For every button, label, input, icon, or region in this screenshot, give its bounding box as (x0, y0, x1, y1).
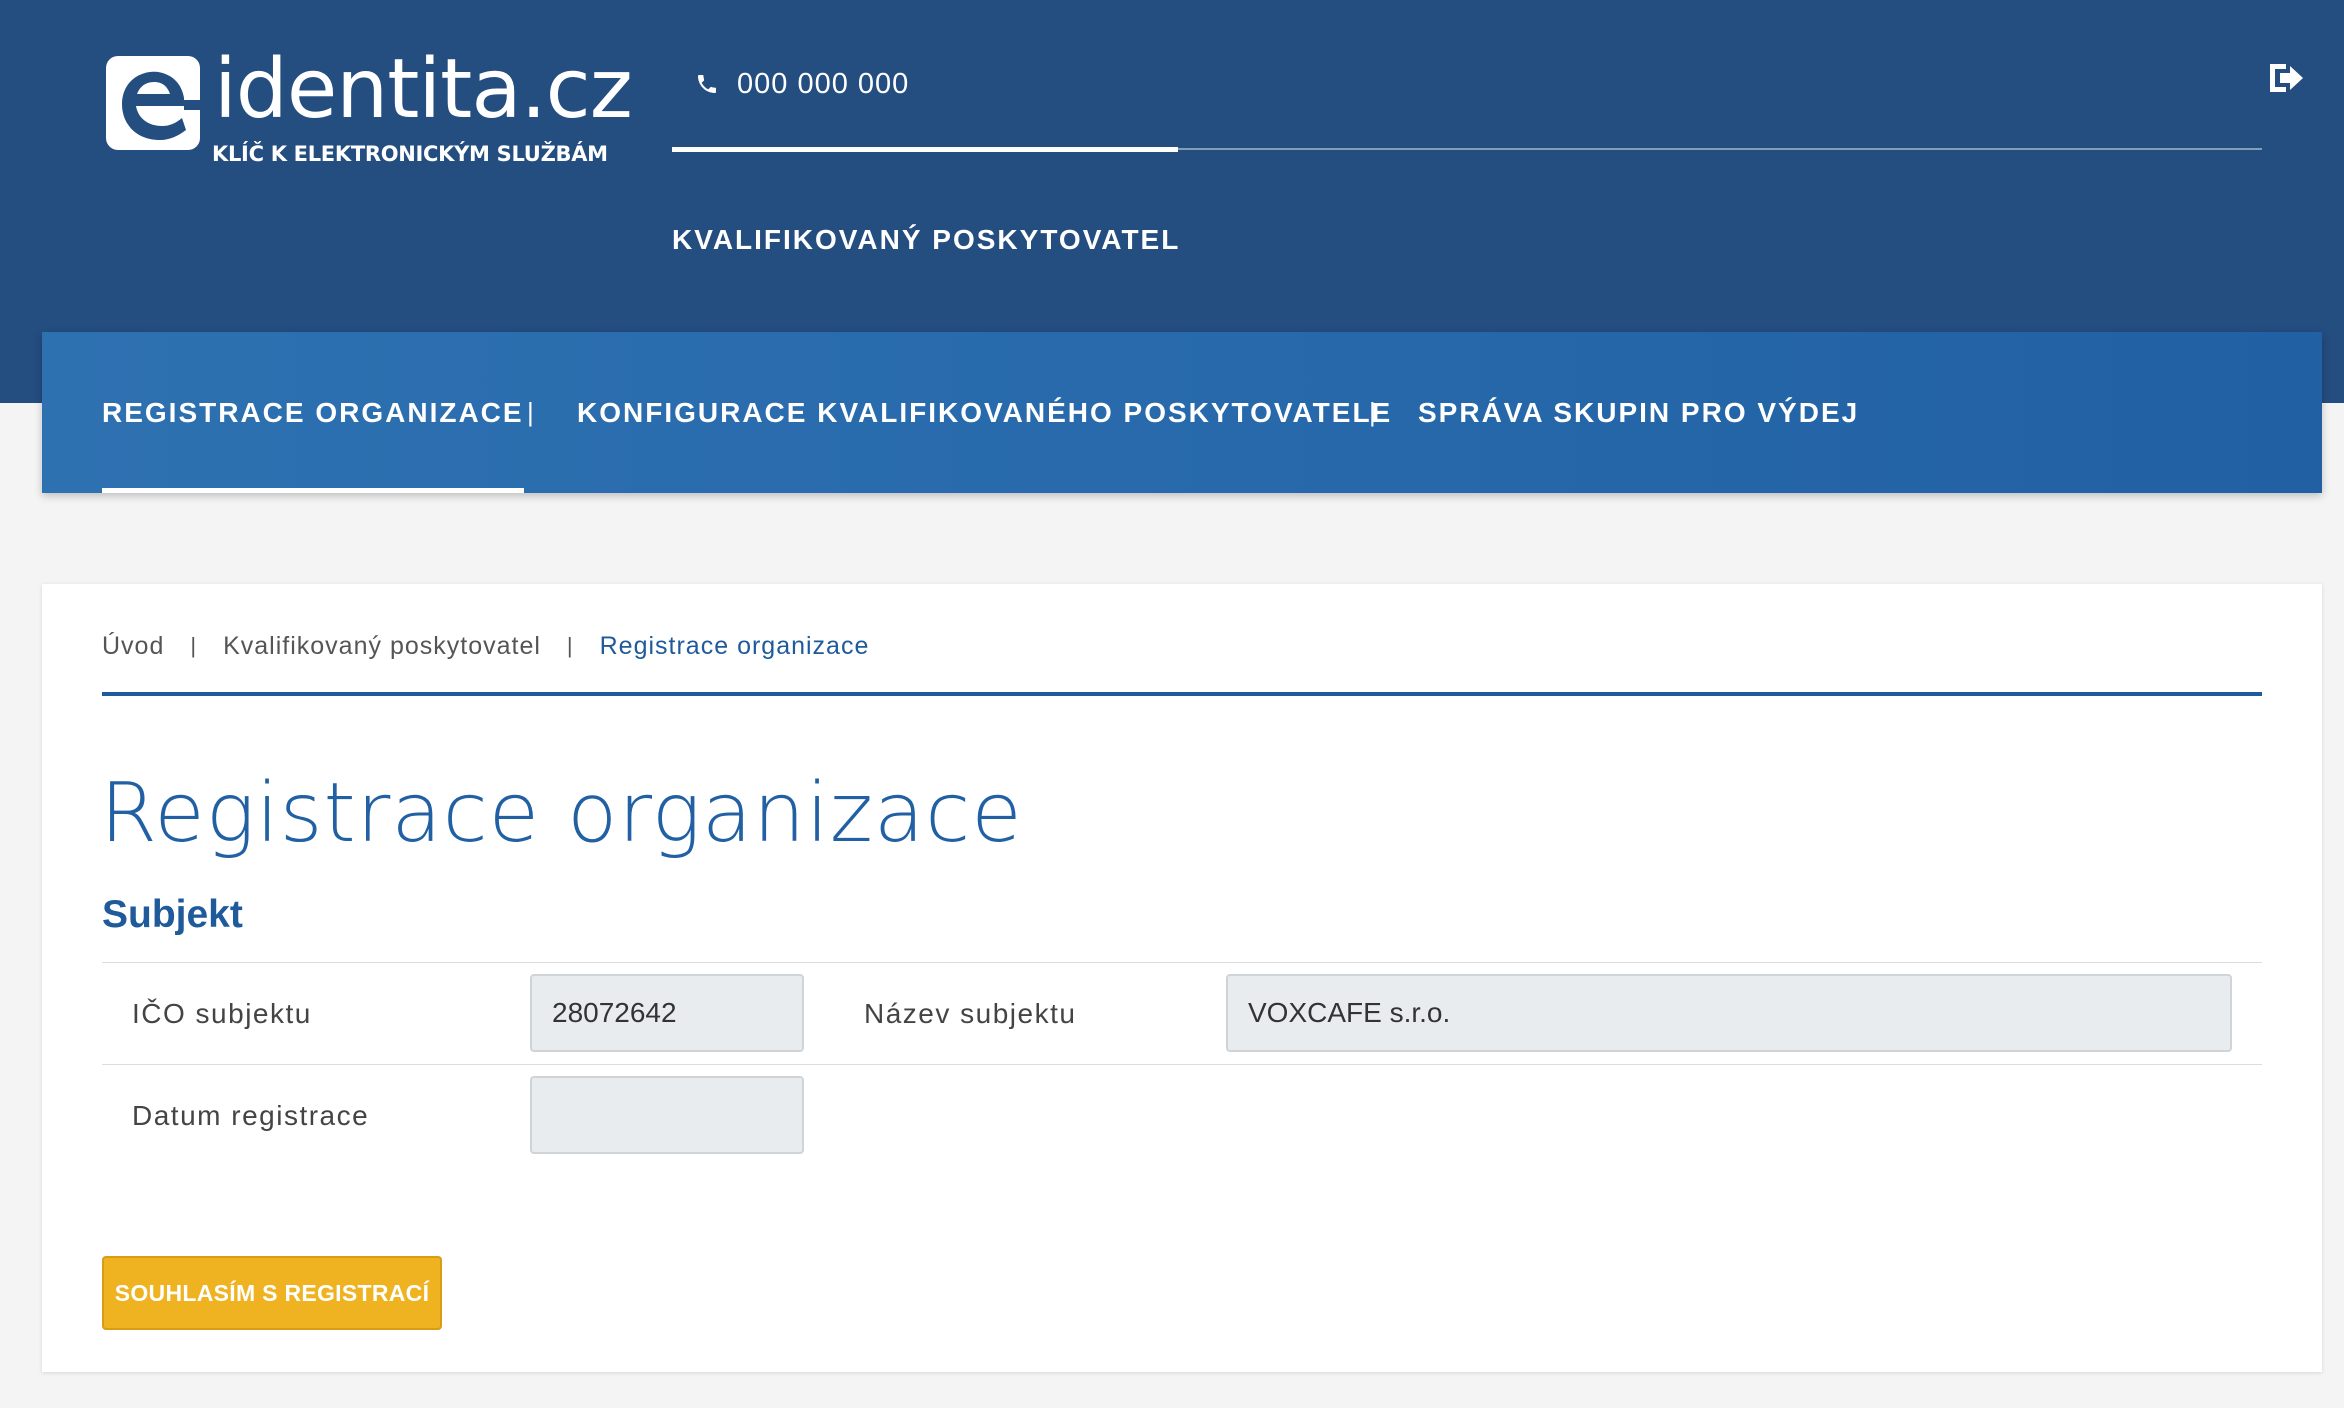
nav-separator: | (1369, 397, 1376, 427)
header-divider-active (672, 147, 1178, 152)
main-nav: REGISTRACE ORGANIZACE | KONFIGURACE KVAL… (42, 332, 2322, 493)
ico-input[interactable] (530, 974, 804, 1052)
logo-brand: identita.cz (214, 42, 633, 137)
breadcrumb: Úvod | Kvalifikovaný poskytovatel | Regi… (102, 624, 869, 668)
breadcrumb-divider (102, 692, 2262, 696)
name-label: Název subjektu (864, 998, 1077, 1029)
section-title: Subjekt (102, 893, 243, 936)
role-tab[interactable]: KVALIFIKOVANÝ POSKYTOVATEL (672, 224, 1180, 256)
nav-separator: | (527, 397, 534, 427)
date-label: Datum registrace (132, 1100, 370, 1131)
breadcrumb-home[interactable]: Úvod (102, 632, 164, 661)
content-card: Úvod | Kvalifikovaný poskytovatel | Regi… (42, 584, 2322, 1372)
consent-registration-button[interactable]: SOUHLASÍM S REGISTRACÍ (102, 1256, 442, 1330)
row-divider (102, 1064, 2262, 1065)
breadcrumb-current: Registrace organizace (599, 631, 870, 660)
ico-label: IČO subjektu (132, 998, 312, 1029)
phone-number: 000 000 000 (737, 67, 910, 100)
name-input[interactable] (1226, 974, 2232, 1052)
nav-item-registrace-organizace[interactable]: REGISTRACE ORGANIZACE (102, 332, 524, 493)
logo-tagline: KLÍČ K ELEKTRONICKÝM SLUŽBÁM (212, 142, 608, 166)
nav-item-sprava-skupin[interactable]: SPRÁVA SKUPIN PRO VÝDEJ (1418, 332, 1859, 493)
page-title: Registrace organizace (100, 766, 1023, 861)
breadcrumb-separator: | (566, 633, 574, 658)
breadcrumb-provider[interactable]: Kvalifikovaný poskytovatel (223, 632, 541, 661)
logo[interactable]: identita.cz KLÍČ K ELEKTRONICKÝM SLUŽBÁM (106, 42, 633, 168)
nav-item-konfigurace[interactable]: KONFIGURACE KVALIFIKOVANÉHO POSKYTOVATEL… (577, 332, 1392, 493)
breadcrumb-separator: | (190, 633, 198, 658)
row-divider (102, 962, 2262, 963)
phone-icon (698, 75, 716, 93)
phone-contact: 000 000 000 (695, 62, 909, 106)
date-input[interactable] (530, 1076, 804, 1154)
logout-icon[interactable] (2266, 58, 2306, 98)
e-logo-icon (106, 56, 200, 150)
